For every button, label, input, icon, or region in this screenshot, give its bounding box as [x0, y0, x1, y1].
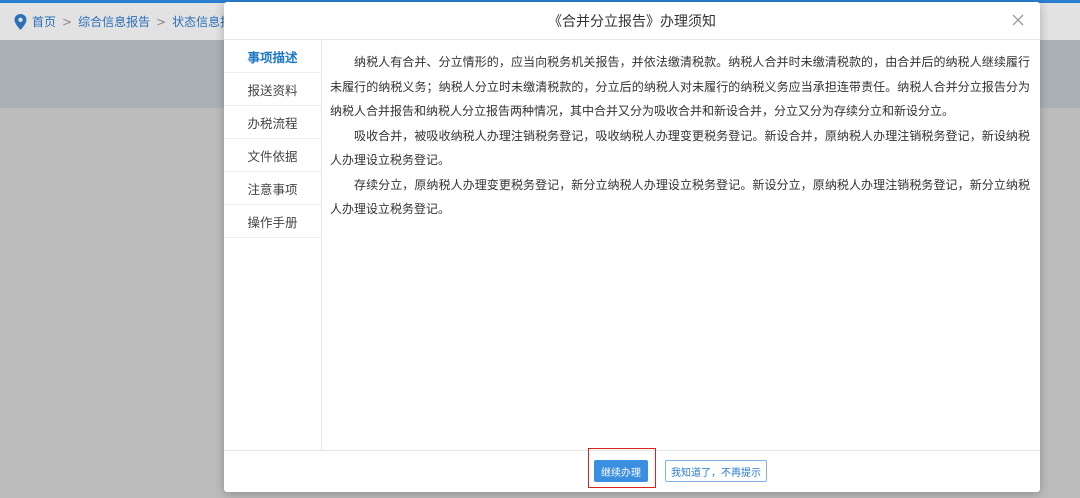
tab-notes[interactable]: 注意事项: [224, 172, 321, 205]
tab-process[interactable]: 办税流程: [224, 106, 321, 139]
description-paragraph: 吸收合并，被吸收纳税人办理注销税务登记，吸收纳税人办理变更税务登记。新设合并，原…: [330, 128, 1030, 168]
breadcrumb-separator: >: [156, 14, 167, 29]
tab-manual[interactable]: 操作手册: [224, 205, 321, 238]
description-content: 纳税人有合并、分立情形的，应当向税务机关报告，并依法缴清税款。纳税人合并时未缴清…: [330, 50, 1030, 222]
dialog-side-nav: 事项描述 报送资料 办税流程 文件依据 注意事项 操作手册: [224, 40, 322, 450]
breadcrumb-separator: >: [62, 14, 73, 29]
tab-description[interactable]: 事项描述: [224, 40, 321, 73]
close-icon[interactable]: [1010, 12, 1026, 28]
tab-documents[interactable]: 文件依据: [224, 139, 321, 172]
dialog-header: 《合并分立报告》办理须知: [224, 2, 1040, 40]
notice-dialog: 《合并分立报告》办理须知 事项描述 报送资料 办税流程 文件依据 注意事项 操作…: [224, 2, 1040, 492]
breadcrumb-home[interactable]: 首页: [32, 13, 56, 30]
dialog-title: 《合并分立报告》办理须知: [548, 13, 716, 30]
tab-materials[interactable]: 报送资料: [224, 73, 321, 106]
location-pin-icon: [14, 13, 27, 30]
breadcrumb-comprehensive-report[interactable]: 综合信息报告: [78, 13, 150, 30]
continue-button[interactable]: 继续办理: [594, 460, 648, 482]
dismiss-button[interactable]: 我知道了，不再提示: [665, 460, 767, 482]
description-paragraph: 纳税人有合并、分立情形的，应当向税务机关报告，并依法缴清税款。纳税人合并时未缴清…: [330, 55, 1030, 118]
description-paragraph: 存续分立，原纳税人办理变更税务登记，新分立纳税人办理设立税务登记。新设分立，原纳…: [330, 177, 1030, 217]
